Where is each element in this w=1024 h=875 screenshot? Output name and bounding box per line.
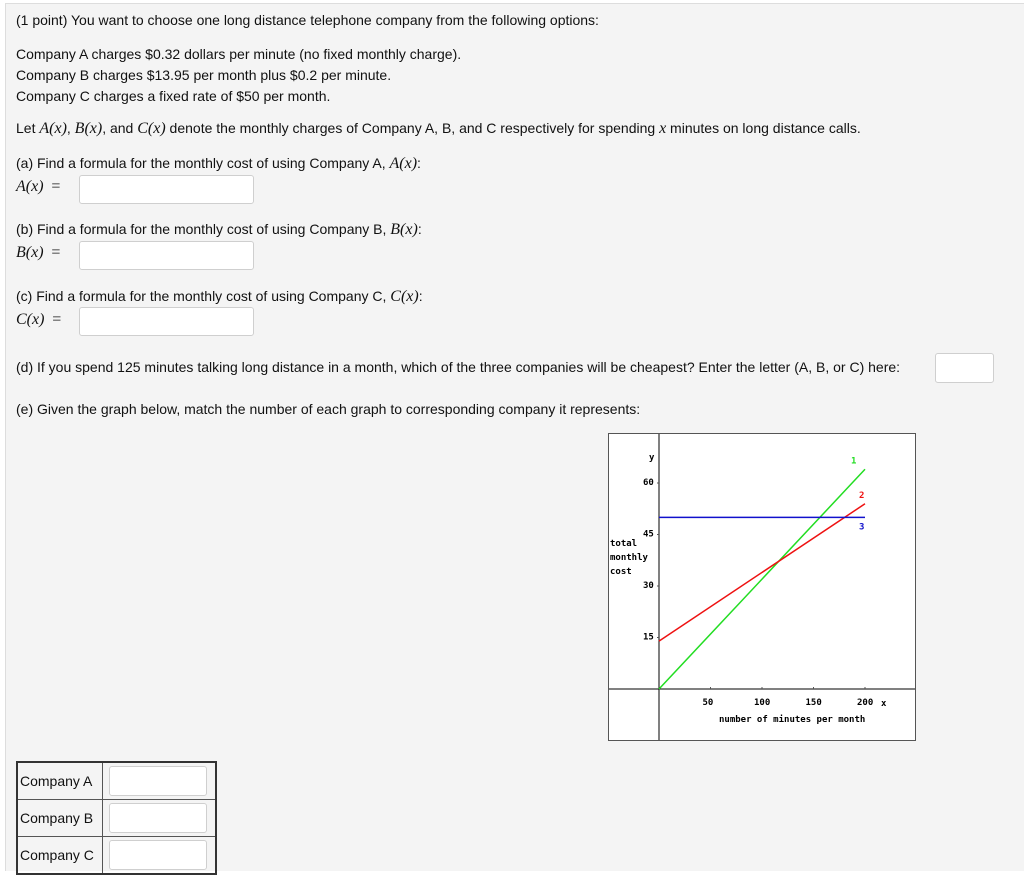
company-a-description: Company A charges $0.32 dollars per minu…	[16, 46, 462, 62]
series-label-3: 3	[859, 522, 864, 532]
x-tick-label: 150	[806, 698, 822, 708]
definition-post: minutes on long distance calls.	[666, 120, 861, 136]
y-tick-label: 15	[643, 633, 654, 643]
part-c-text: (c) Find a formula for the monthly cost …	[16, 288, 391, 304]
graph-svg: 50 100 150 200 15 30 45 60 1 2 3 y x total monthl…	[609, 434, 915, 740]
series-label-2: 2	[859, 491, 864, 501]
part-a-colon: :	[417, 155, 421, 171]
part-c-fn-label: C(x)	[16, 311, 45, 328]
part-b-fn-label: B(x)	[16, 244, 44, 261]
y-label-line2: monthly	[610, 553, 649, 563]
match-label-c: Company C	[16, 836, 103, 875]
part-d-input[interactable]	[935, 353, 994, 383]
math-a: A(x)	[39, 120, 67, 137]
y-axis-name: y	[649, 453, 655, 463]
part-e-question: (e) Given the graph below, match the num…	[16, 401, 641, 417]
table-row: Company A	[16, 761, 217, 800]
part-a-text: (a) Find a formula for the monthly cost …	[16, 155, 390, 171]
part-b-label: B(x) =	[16, 244, 60, 262]
table-row: Company B	[16, 799, 217, 837]
definition-pre: Let	[16, 120, 40, 136]
company-c-description: Company C charges a fixed rate of $50 pe…	[16, 88, 331, 104]
intro-text: (1 point) You want to choose one long di…	[16, 12, 599, 28]
y-tick-label: 60	[643, 478, 654, 488]
math-c: C(x)	[137, 120, 166, 137]
definition-mid: denote the monthly charges of Company A,…	[165, 120, 660, 136]
cost-graph: 50 100 150 200 15 30 45 60 1 2 3 y x total monthl…	[608, 433, 916, 741]
part-b-colon: :	[417, 221, 422, 237]
part-a-fn-label: A(x)	[16, 178, 44, 195]
y-tick-label: 45	[643, 530, 654, 540]
x-tick-label: 200	[857, 698, 873, 708]
part-b-question: (b) Find a formula for the monthly cost …	[16, 221, 422, 239]
part-a-question: (a) Find a formula for the monthly cost …	[16, 155, 421, 173]
part-c-colon: :	[418, 288, 423, 304]
x-tick-label: 50	[703, 698, 714, 708]
equals-sign: =	[52, 311, 62, 328]
part-c-label: C(x) =	[16, 311, 61, 329]
match-label-b: Company B	[16, 799, 103, 837]
match-table: Company A Company B Company C	[16, 761, 217, 875]
part-c-input[interactable]	[79, 307, 254, 336]
match-label-a: Company A	[16, 761, 103, 800]
part-a-input[interactable]	[79, 175, 254, 204]
part-b-input[interactable]	[79, 241, 254, 270]
definition-text: Let A(x), B(x), and C(x) denote the mont…	[16, 120, 861, 138]
series-line-1	[658, 468, 866, 690]
equals-sign: =	[51, 178, 61, 195]
part-a-label: A(x) =	[16, 178, 60, 196]
part-c-question: (c) Find a formula for the monthly cost …	[16, 288, 423, 306]
part-a-fn: A(x)	[389, 155, 418, 172]
part-d-question: (d) If you spend 125 minutes talking lon…	[16, 359, 901, 375]
company-b-description: Company B charges $13.95 per month plus …	[16, 67, 392, 83]
y-label-line3: cost	[610, 567, 632, 577]
x-tick-label: 100	[754, 698, 770, 708]
definition-sep2: , and	[102, 120, 138, 136]
y-tick-label: 30	[643, 581, 654, 591]
math-b: B(x)	[74, 120, 103, 137]
series-line-2	[658, 503, 866, 642]
table-row: Company C	[16, 836, 217, 875]
match-input-b[interactable]	[109, 803, 207, 833]
match-input-a[interactable]	[109, 766, 207, 796]
x-axis-name: x	[881, 699, 887, 709]
part-c-fn: C(x)	[390, 288, 419, 305]
part-b-fn: B(x)	[390, 221, 418, 238]
x-axis-label: number of minutes per month	[719, 714, 865, 725]
equals-sign: =	[51, 244, 61, 261]
series-label-1: 1	[851, 456, 856, 466]
match-input-c[interactable]	[109, 840, 207, 870]
part-b-text: (b) Find a formula for the monthly cost …	[16, 221, 391, 237]
y-label-line1: total	[610, 539, 637, 549]
definition-sep1: ,	[66, 120, 75, 136]
